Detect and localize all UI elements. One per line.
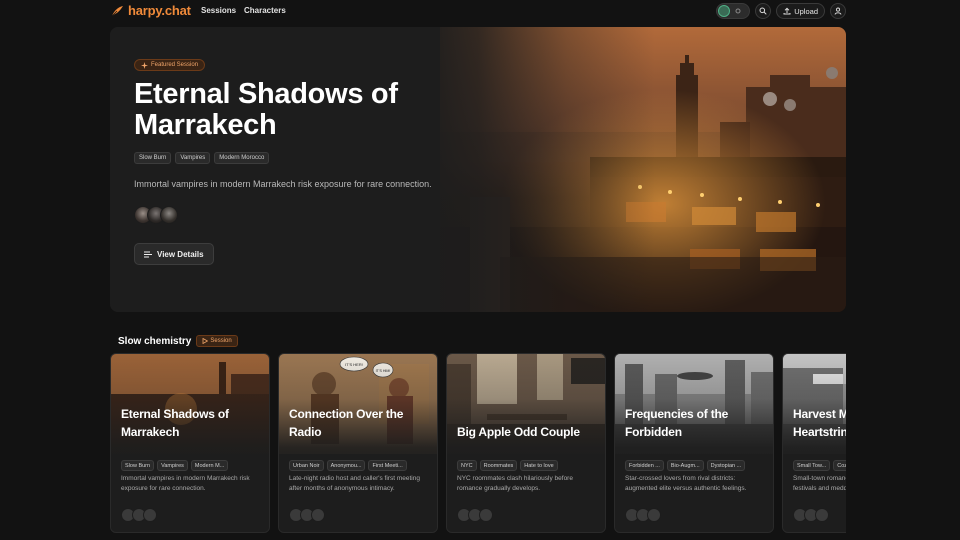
card-avatars — [625, 508, 661, 522]
search-icon — [759, 7, 767, 15]
section-header: Slow chemistry Session — [118, 335, 238, 347]
card-tag[interactable]: Dystopian ... — [706, 460, 746, 471]
card-description: NYC roommates clash hilariously before r… — [457, 475, 573, 492]
section-title: Slow chemistry — [118, 335, 192, 347]
card-tags: Slow Burn Vampires Modern M... — [121, 460, 229, 471]
card-tags: Urban Noir Anonymou... First Meeti... — [289, 460, 407, 471]
card-overlay — [279, 354, 437, 532]
moon-icon — [718, 5, 731, 17]
view-details-button[interactable]: View Details — [134, 243, 214, 265]
session-card[interactable]: Big Apple Odd Couple NYC Roommates Hate … — [446, 353, 606, 533]
card-overlay — [615, 354, 773, 532]
avatar — [143, 508, 157, 522]
hero-tag[interactable]: Slow Burn — [134, 152, 172, 164]
nav-characters-link[interactable]: Characters — [244, 6, 286, 15]
hero-gradient-overlay — [110, 27, 846, 312]
harpy-feather-icon — [111, 5, 123, 16]
session-card[interactable]: Frequencies of the Forbidden Forbidden .… — [614, 353, 774, 533]
brand-name: harpy.chat — [128, 3, 191, 18]
theme-toggle[interactable] — [716, 3, 751, 19]
hero-character-avatars — [134, 206, 178, 224]
sun-icon — [732, 5, 744, 17]
card-description: Immortal vampires in modern Marrakech ri… — [121, 475, 250, 492]
card-tag[interactable]: Slow Burn — [121, 460, 155, 471]
session-card[interactable]: Harvest Moon Heartstrings Small Tow... C… — [782, 353, 846, 533]
featured-hero[interactable]: Featured Session Eternal Shadows of Marr… — [110, 27, 846, 312]
nav-sessions-link[interactable]: Sessions — [201, 6, 236, 15]
card-tag[interactable]: Hate to love — [520, 460, 558, 471]
card-tag[interactable]: First Meeti... — [368, 460, 407, 471]
brand-logo[interactable]: harpy.chat — [110, 3, 191, 18]
play-icon — [202, 338, 209, 344]
card-tag[interactable]: Bio-Augm... — [666, 460, 704, 471]
user-icon — [834, 7, 842, 15]
profile-button[interactable] — [830, 3, 846, 19]
session-badge-label: Session — [210, 338, 232, 344]
card-tags: NYC Roommates Hate to love — [457, 460, 558, 471]
hero-tag[interactable]: Vampires — [175, 152, 211, 164]
card-avatars — [289, 508, 325, 522]
hero-tags: Slow Burn Vampires Modern Morocco — [134, 152, 270, 164]
card-overlay — [783, 354, 846, 532]
card-tag[interactable]: Small Tow... — [793, 460, 831, 471]
avatar — [815, 508, 829, 522]
upload-button[interactable]: Upload — [776, 3, 825, 19]
view-details-label: View Details — [157, 249, 204, 259]
card-title: Eternal Shadows of Marrakech — [121, 407, 229, 439]
card-tag[interactable]: NYC — [457, 460, 477, 471]
card-title: Harvest Moon Heartstrings — [793, 407, 846, 439]
card-tag[interactable]: Modern M... — [190, 460, 229, 471]
card-tag[interactable]: Anonymou... — [326, 460, 366, 471]
session-carousel[interactable]: Eternal Shadows of Marrakech Slow Burn V… — [110, 353, 846, 533]
card-tag[interactable]: Urban Noir — [289, 460, 324, 471]
hero-title: Eternal Shadows of Marrakech — [134, 78, 398, 141]
card-tag[interactable]: Vampires — [157, 460, 188, 471]
card-title: Connection Over the Radio — [289, 407, 404, 439]
featured-badge: Featured Session — [134, 59, 206, 71]
card-description: Late-night radio host and caller's first… — [289, 475, 420, 492]
search-button[interactable] — [755, 3, 772, 19]
avatar — [479, 508, 493, 522]
avatar — [647, 508, 661, 522]
card-overlay — [447, 354, 605, 532]
session-badge: Session — [196, 335, 238, 347]
card-tags: Forbidden ... Bio-Augm... Dystopian ... — [625, 460, 746, 471]
card-avatars — [121, 508, 157, 522]
sparkle-icon — [141, 61, 148, 69]
nav-actions: Upload — [716, 3, 846, 19]
card-tags: Small Tow... Cozy — [793, 460, 846, 471]
card-tag[interactable]: Cozy — [833, 460, 846, 471]
card-tag[interactable]: Roommates — [479, 460, 518, 471]
card-title: Big Apple Odd Couple — [457, 425, 580, 439]
session-card[interactable]: Eternal Shadows of Marrakech Slow Burn V… — [110, 353, 270, 533]
list-icon — [144, 251, 152, 257]
card-title: Frequencies of the Forbidden — [625, 407, 729, 439]
card-overlay — [111, 354, 269, 532]
hero-description: Immortal vampires in modern Marrakech ri… — [134, 179, 432, 189]
card-description: Star-crossed lovers from rival districts… — [625, 475, 747, 492]
session-card[interactable]: IT'S HER! IT'S HIM! Connection Over the … — [278, 353, 438, 533]
upload-icon — [783, 7, 791, 15]
avatar[interactable] — [160, 206, 178, 224]
card-description: Small-town romance blossoms through harv… — [793, 475, 846, 492]
card-avatars — [793, 508, 829, 522]
top-nav: harpy.chat Sessions Characters Upload — [0, 0, 960, 22]
card-avatars — [457, 508, 493, 522]
upload-label: Upload — [794, 6, 818, 16]
avatar — [311, 508, 325, 522]
hero-tag[interactable]: Modern Morocco — [214, 152, 270, 164]
featured-badge-label: Featured Session — [151, 62, 199, 68]
card-tag[interactable]: Forbidden ... — [625, 460, 664, 471]
